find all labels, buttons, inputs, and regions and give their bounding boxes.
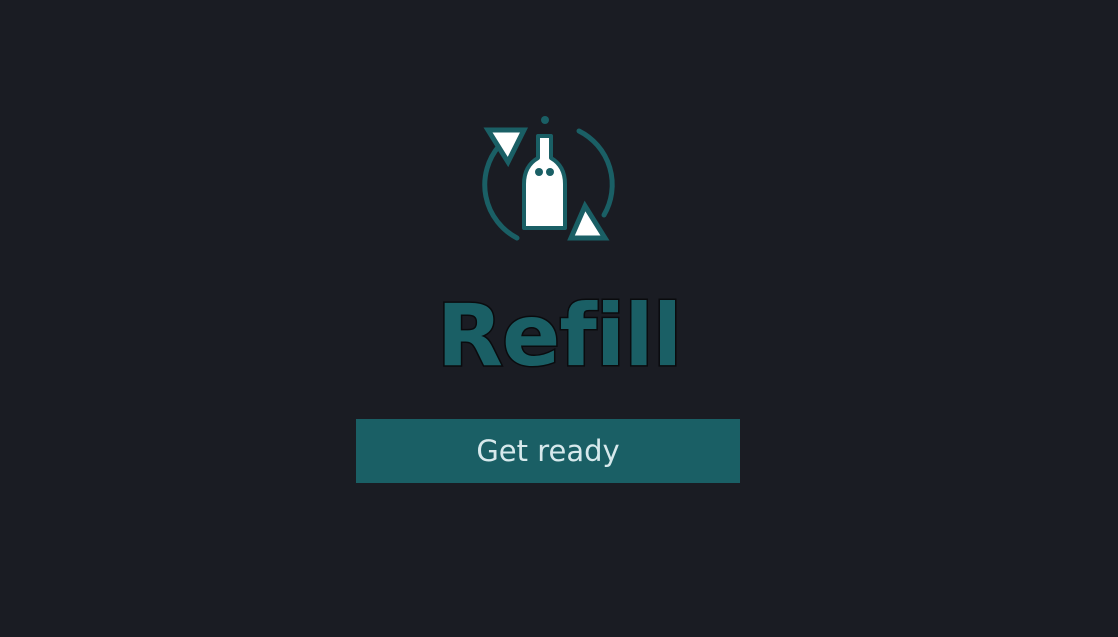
get-ready-button[interactable]: Get ready bbox=[356, 419, 740, 483]
refill-start-screen: Refill Get ready bbox=[0, 0, 1118, 637]
app-title: Refill bbox=[435, 285, 683, 388]
refill-bottle-icon bbox=[479, 114, 619, 244]
